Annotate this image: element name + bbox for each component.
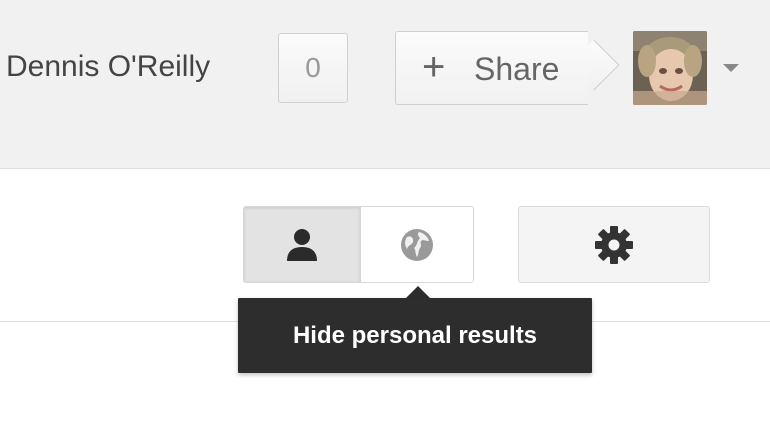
share-box[interactable]: + Share (395, 31, 620, 105)
avatar-photo (633, 31, 707, 105)
top-bar: Dennis O'Reilly 0 + Share (0, 0, 770, 169)
hide-personal-results-button[interactable] (360, 207, 473, 282)
globe-icon (401, 228, 433, 261)
share-button-label: Share (474, 51, 560, 87)
show-personal-results-button[interactable] (244, 207, 360, 282)
person-icon (287, 228, 317, 261)
caret-down-icon[interactable] (723, 64, 739, 72)
user-name-link[interactable]: Dennis O'Reilly (6, 50, 210, 84)
gear-icon (595, 225, 633, 264)
hide-personal-results-tooltip: Hide personal results (238, 298, 592, 373)
plus-icon: + (422, 45, 446, 89)
notification-count-button[interactable]: 0 (278, 33, 348, 103)
settings-button[interactable] (518, 206, 710, 283)
share-button[interactable]: + Share (395, 31, 588, 105)
avatar[interactable] (633, 31, 707, 105)
results-toggle-group (243, 206, 474, 283)
